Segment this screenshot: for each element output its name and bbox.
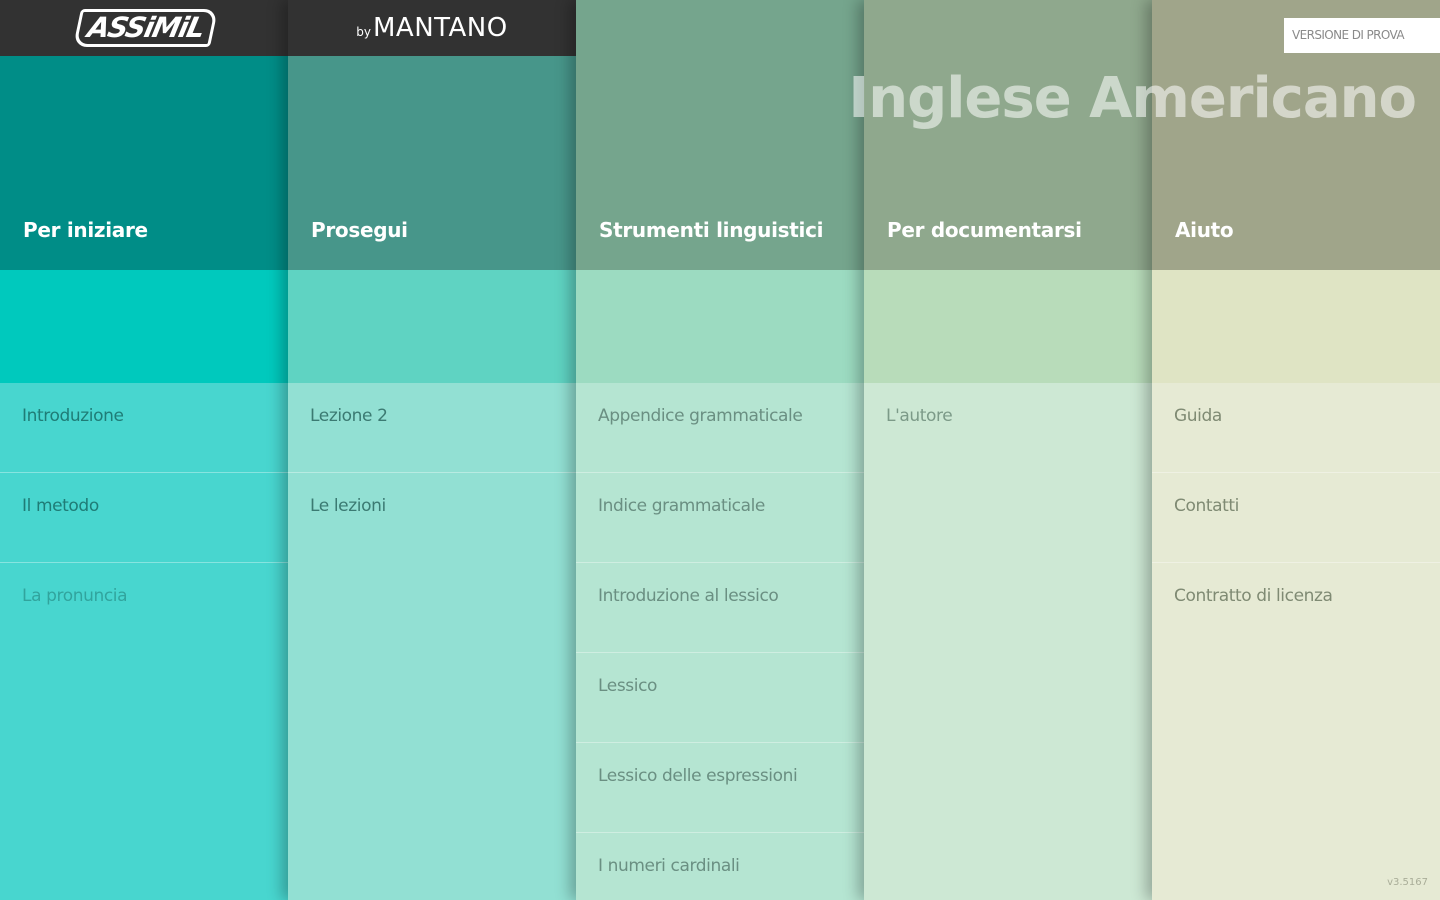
menu-item-la-pronuncia[interactable]: La pronuncia [0, 563, 288, 653]
main-menu-screen: ASSiMiL Per iniziare Introduzione Il met… [0, 0, 1440, 900]
column-title: Prosegui [311, 218, 408, 242]
menu-item-contatti[interactable]: Contatti [1152, 473, 1440, 563]
menu-item-lezione-2[interactable]: Lezione 2 [288, 383, 576, 473]
column-list: L'autore [864, 383, 1152, 900]
menu-item-numeri-cardinali[interactable]: I numeri cardinali [576, 833, 864, 900]
menu-item-contratto-di-licenza[interactable]: Contratto di licenza [1152, 563, 1440, 653]
column-band [288, 270, 576, 383]
column-band [864, 270, 1152, 383]
column-title: Per documentarsi [887, 218, 1082, 242]
menu-item-indice-grammaticale[interactable]: Indice grammaticale [576, 473, 864, 563]
menu-item-le-lezioni[interactable]: Le lezioni [288, 473, 576, 563]
assimil-logo: ASSiMiL [73, 9, 219, 47]
column-title: Aiuto [1175, 218, 1234, 242]
menu-item-introduzione[interactable]: Introduzione [0, 383, 288, 473]
column-header: Per documentarsi [864, 0, 1152, 270]
column-band [1152, 270, 1440, 383]
mantano-logo: by MANTANO [356, 13, 508, 43]
app-title: Inglese Americano [848, 66, 1417, 131]
column-header: Strumenti linguistici [576, 0, 864, 270]
menu-item-introduzione-al-lessico[interactable]: Introduzione al lessico [576, 563, 864, 653]
column-list: Guida Contatti Contratto di licenza [1152, 383, 1440, 900]
column-per-iniziare: ASSiMiL Per iniziare Introduzione Il met… [0, 0, 288, 900]
column-band [576, 270, 864, 383]
version-label: v3.5167 [1387, 877, 1428, 888]
menu-item-lessico[interactable]: Lessico [576, 653, 864, 743]
column-prosegui: by MANTANO Prosegui Lezione 2 Le lezioni [288, 0, 576, 900]
column-header: ASSiMiL Per iniziare [0, 0, 288, 270]
column-list: Lezione 2 Le lezioni [288, 383, 576, 900]
column-per-documentarsi: Per documentarsi L'autore [864, 0, 1152, 900]
column-title: Per iniziare [23, 218, 148, 242]
column-strumenti-linguistici: Strumenti linguistici Appendice grammati… [576, 0, 864, 900]
menu-item-guida[interactable]: Guida [1152, 383, 1440, 473]
menu-item-l-autore[interactable]: L'autore [864, 383, 1152, 473]
assimil-logo-bar: ASSiMiL [0, 0, 288, 56]
menu-item-il-metodo[interactable]: Il metodo [0, 473, 288, 563]
column-band [0, 270, 288, 383]
column-aiuto: Aiuto Guida Contatti Contratto di licenz… [1152, 0, 1440, 900]
column-title: Strumenti linguistici [599, 218, 824, 242]
column-header: by MANTANO Prosegui [288, 0, 576, 270]
menu-item-appendice-grammaticale[interactable]: Appendice grammaticale [576, 383, 864, 473]
mantano-logo-bar: by MANTANO [288, 0, 576, 56]
column-list: Appendice grammaticale Indice grammatica… [576, 383, 864, 900]
trial-version-badge[interactable]: VERSIONE DI PROVA [1284, 18, 1440, 53]
column-list: Introduzione Il metodo La pronuncia [0, 383, 288, 900]
menu-item-lessico-delle-espressioni[interactable]: Lessico delle espressioni [576, 743, 864, 833]
